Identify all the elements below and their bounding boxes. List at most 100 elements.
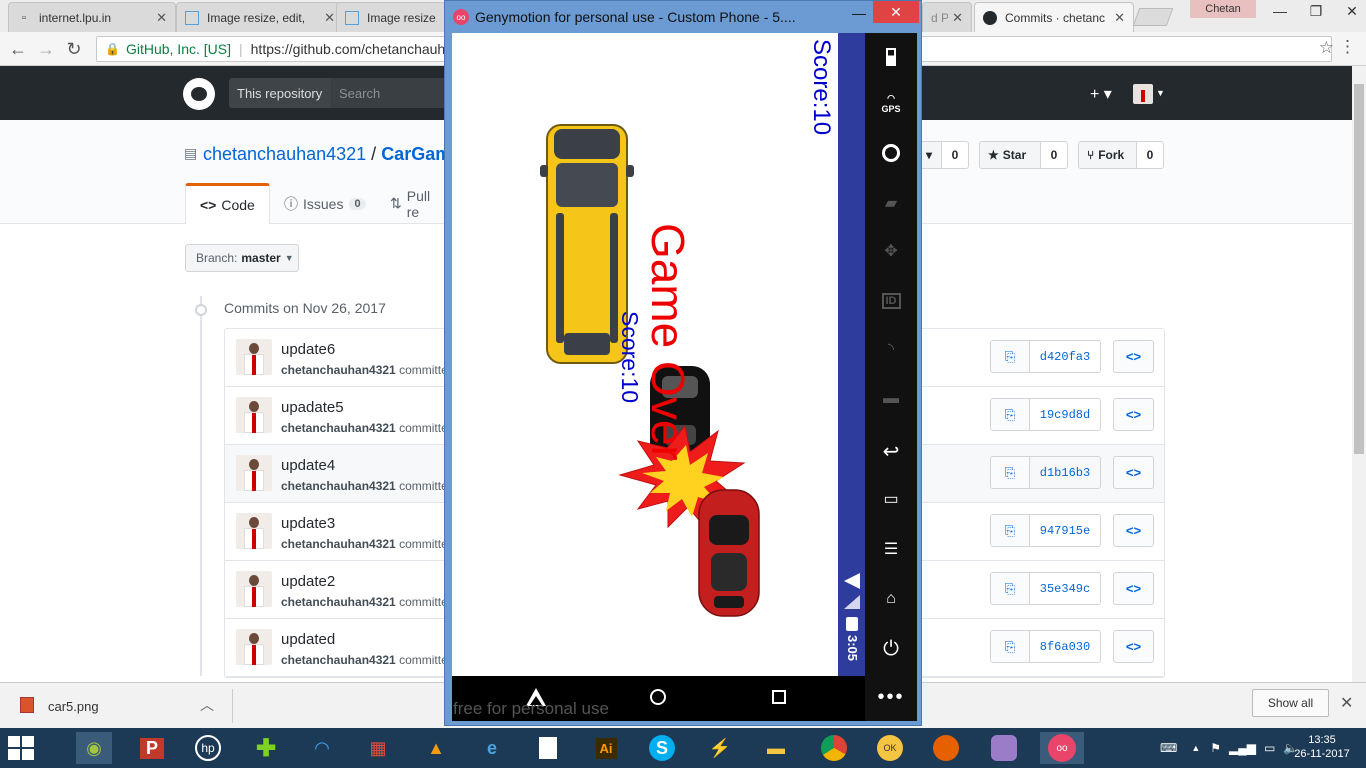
- commit-author[interactable]: chetanchauhan4321: [281, 537, 396, 551]
- avatar[interactable]: [236, 339, 272, 375]
- close-window-icon[interactable]: ✕: [1334, 0, 1366, 22]
- p-app-icon[interactable]: P: [134, 732, 170, 764]
- commit-title[interactable]: update4: [281, 457, 335, 474]
- keyboard-icon[interactable]: ⌨: [1160, 741, 1177, 755]
- device-id-icon[interactable]: ID: [865, 281, 917, 321]
- commit-sha[interactable]: d420fa3: [1030, 341, 1100, 372]
- tab-commits[interactable]: Commits · chetanc ✕: [974, 2, 1134, 32]
- commit-title[interactable]: updated: [281, 631, 335, 648]
- skype-icon[interactable]: S: [644, 732, 680, 764]
- tab-issues[interactable]: ⓘ Issues 0: [270, 183, 380, 224]
- tab-code[interactable]: <> Code: [185, 183, 270, 224]
- chevron-down-icon[interactable]: ▼: [1156, 88, 1165, 98]
- android-studio-icon[interactable]: ◉: [76, 732, 112, 764]
- internet-explorer-icon[interactable]: e: [474, 732, 510, 764]
- branch-select[interactable]: Branch: master ▼: [185, 244, 299, 272]
- profile-badge[interactable]: Chetan: [1190, 0, 1256, 18]
- network-tool-icon[interactable]: ⚡: [702, 732, 738, 764]
- forward-icon[interactable]: →: [34, 37, 58, 61]
- tab-image-resize-2[interactable]: Image resize, e: [336, 2, 446, 32]
- webcam-icon[interactable]: [865, 133, 917, 173]
- tab-partial[interactable]: d Pr ✕: [922, 2, 972, 32]
- commit-title[interactable]: upadate5: [281, 399, 344, 416]
- repo-name-link[interactable]: CarGam: [381, 144, 451, 164]
- watch-count[interactable]: 0: [941, 141, 969, 169]
- windows-start-icon[interactable]: [8, 736, 34, 760]
- commit-title[interactable]: update3: [281, 515, 335, 532]
- battery-icon[interactable]: ▭: [1264, 741, 1275, 755]
- avatar[interactable]: [236, 571, 272, 607]
- download-filename[interactable]: car5.png: [48, 699, 99, 714]
- commit-sha[interactable]: 8f6a030: [1030, 631, 1100, 662]
- file-icon[interactable]: [530, 732, 566, 764]
- fork-button[interactable]: ⑂ Fork: [1078, 141, 1137, 169]
- commit-sha[interactable]: d1b16b3: [1030, 457, 1100, 488]
- avatar[interactable]: [236, 629, 272, 665]
- new-tab-button[interactable]: [1132, 8, 1174, 26]
- file-explorer-icon[interactable]: ▬: [758, 732, 794, 764]
- star-count[interactable]: 0: [1040, 141, 1068, 169]
- screencast-icon[interactable]: ▰: [865, 183, 917, 223]
- plus-app-icon[interactable]: ✚: [248, 732, 284, 764]
- clipboard-icon[interactable]: ⎘: [991, 573, 1030, 604]
- rss-icon[interactable]: ◝: [865, 329, 917, 369]
- hp-icon[interactable]: hp: [190, 732, 226, 764]
- firefox-icon[interactable]: [928, 732, 964, 764]
- commit-author[interactable]: chetanchauhan4321: [281, 653, 396, 667]
- github-logo-icon[interactable]: [183, 78, 215, 110]
- flag-icon[interactable]: ⚑: [1210, 741, 1221, 755]
- repo-owner-link[interactable]: chetanchauhan4321: [203, 144, 366, 164]
- commit-author[interactable]: chetanchauhan4321: [281, 363, 396, 377]
- browse-code-button[interactable]: <>: [1113, 456, 1154, 489]
- close-tab-icon[interactable]: ✕: [1114, 10, 1125, 26]
- tab-internet-lpu[interactable]: ▫ internet.lpu.in ✕: [8, 2, 176, 32]
- close-window-icon[interactable]: ✕: [873, 1, 919, 23]
- home-nav-icon[interactable]: [650, 689, 666, 705]
- browse-code-button[interactable]: <>: [1113, 514, 1154, 547]
- maximize-icon[interactable]: ❐: [1298, 0, 1334, 22]
- search-input[interactable]: Search: [331, 78, 445, 108]
- move-icon[interactable]: ✥: [865, 231, 917, 271]
- chevron-up-icon[interactable]: ▲: [1191, 743, 1200, 753]
- clipboard-icon[interactable]: ⎘: [991, 399, 1030, 430]
- tab-pull-requests[interactable]: ⇅ Pull re: [376, 183, 444, 224]
- gps-icon[interactable]: ◠ GPS: [865, 83, 917, 123]
- clipboard-icon[interactable]: ⎘: [991, 341, 1030, 372]
- sms-icon[interactable]: ▬: [865, 379, 917, 419]
- avatar[interactable]: [236, 455, 272, 491]
- vlc-icon[interactable]: ▲: [418, 732, 454, 764]
- close-tab-icon[interactable]: ✕: [952, 10, 963, 26]
- browse-code-button[interactable]: <>: [1113, 572, 1154, 605]
- illustrator-icon[interactable]: Ai: [588, 732, 624, 764]
- clipboard-icon[interactable]: ⎘: [991, 515, 1030, 546]
- clipboard-icon[interactable]: ⎘: [991, 631, 1030, 662]
- menu-icon[interactable]: ☰: [865, 529, 917, 569]
- chevron-up-icon[interactable]: ︿: [200, 695, 214, 715]
- power-icon[interactable]: ⏻: [865, 629, 917, 669]
- avatar[interactable]: [236, 397, 272, 433]
- clock[interactable]: 13:35 26-11-2017: [1292, 733, 1352, 761]
- recent-apps-icon[interactable]: ▭: [865, 479, 917, 519]
- scrollbar-thumb[interactable]: [1354, 84, 1364, 454]
- more-options-icon[interactable]: •••: [865, 677, 917, 717]
- browse-code-button[interactable]: <>: [1113, 630, 1154, 663]
- commit-title[interactable]: update2: [281, 573, 335, 590]
- wifi-app-icon[interactable]: ◠: [304, 732, 340, 764]
- close-tab-icon[interactable]: ✕: [324, 10, 335, 26]
- back-icon[interactable]: ←: [6, 37, 30, 61]
- fork-count[interactable]: 0: [1136, 141, 1164, 169]
- battery-widget-icon[interactable]: [865, 37, 917, 77]
- puzzle-icon[interactable]: ▦: [360, 732, 396, 764]
- game-screen[interactable]: Score:10 Game Over Score:10: [452, 33, 838, 676]
- show-all-button[interactable]: Show all: [1252, 689, 1329, 717]
- search-scope[interactable]: This repository: [229, 78, 331, 108]
- close-tab-icon[interactable]: ✕: [156, 10, 167, 26]
- commit-sha[interactable]: 35e349c: [1030, 573, 1100, 604]
- commit-author[interactable]: chetanchauhan4321: [281, 595, 396, 609]
- genymotion-icon[interactable]: oo: [1040, 732, 1084, 764]
- tab-image-resize-1[interactable]: Image resize, edit, ✕: [176, 2, 344, 32]
- minimize-icon[interactable]: —: [1262, 0, 1298, 22]
- commit-title[interactable]: update6: [281, 341, 335, 358]
- commit-author[interactable]: chetanchauhan4321: [281, 479, 396, 493]
- ok-app-icon[interactable]: OK: [872, 732, 908, 764]
